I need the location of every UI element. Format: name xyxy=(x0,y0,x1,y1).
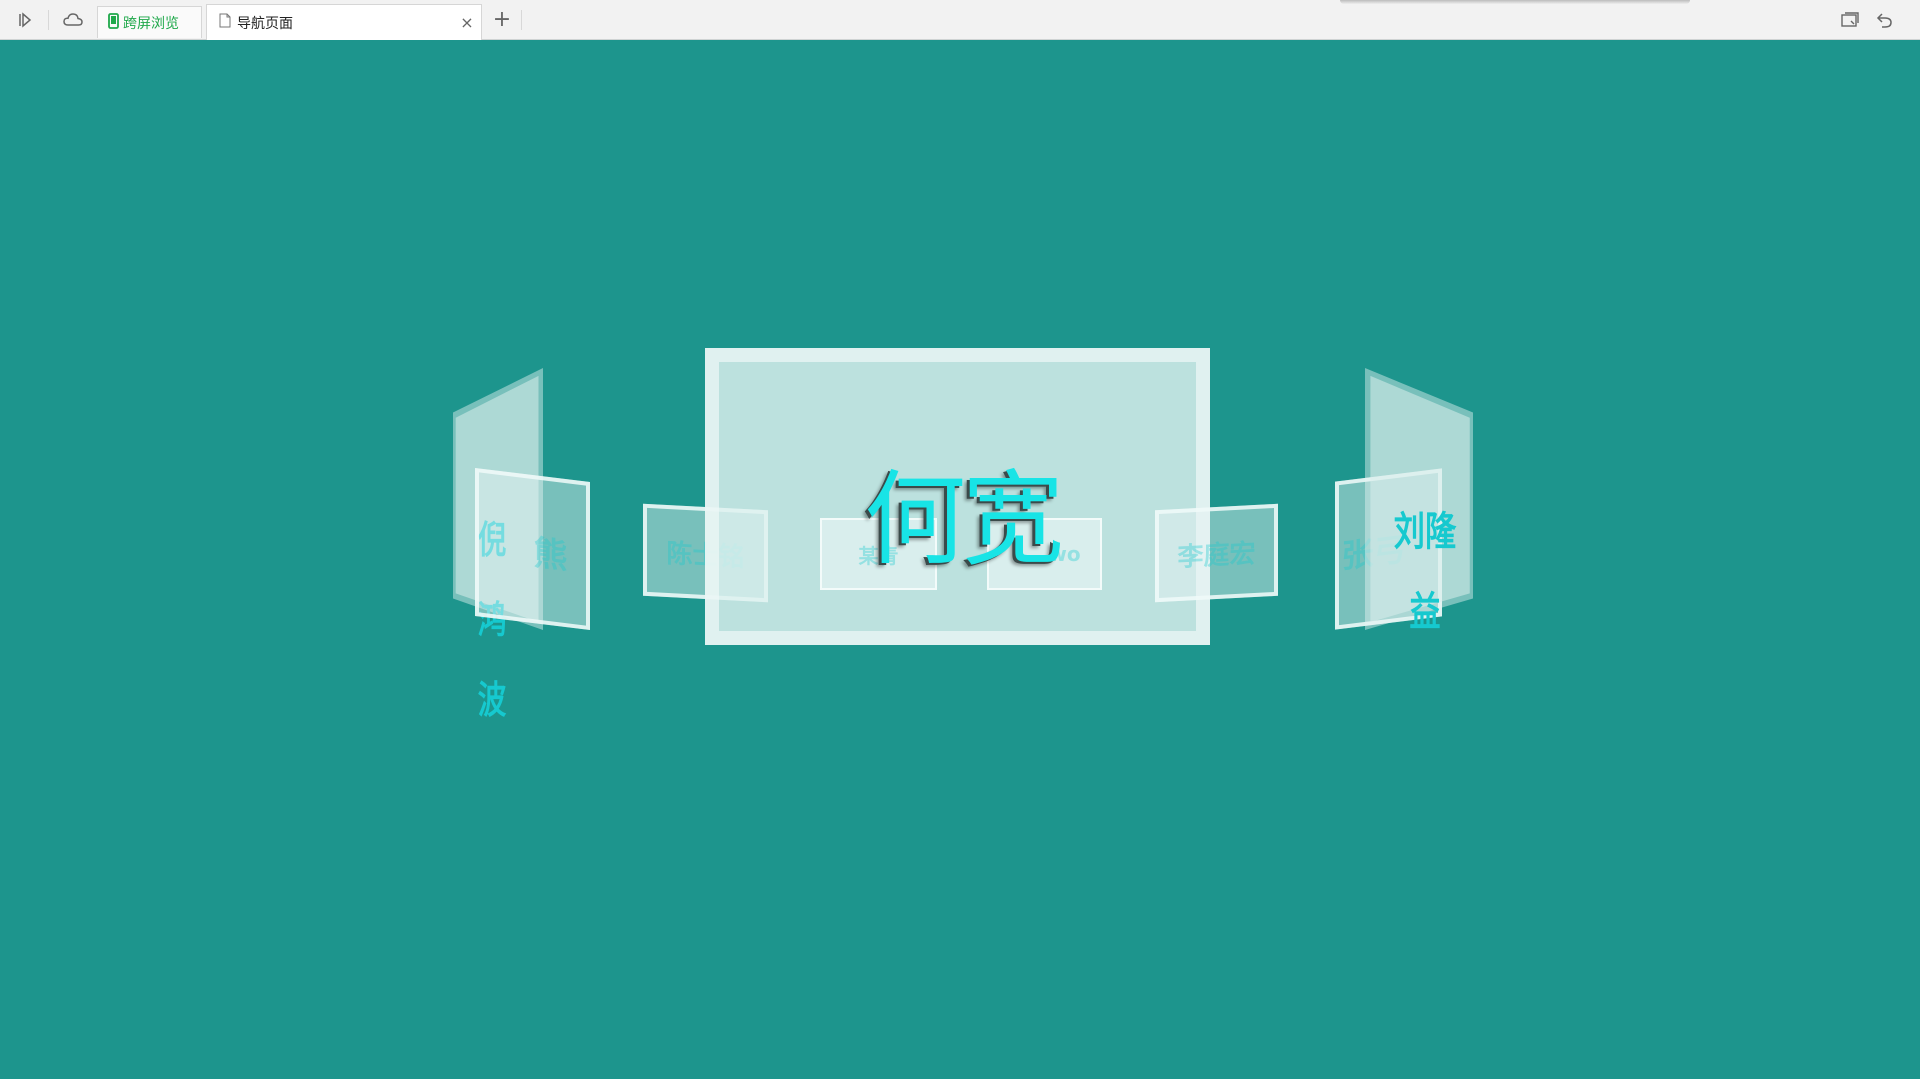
toolbar-divider xyxy=(521,10,522,30)
cross-screen-browse-tab[interactable]: 跨屏浏览 xyxy=(97,6,202,38)
tab-title: 导航页面 xyxy=(237,15,293,32)
tab-nav-page[interactable]: 导航页面 × xyxy=(206,4,482,40)
phone-icon xyxy=(108,12,119,33)
card-left-inner-name: 熊 xyxy=(533,532,568,577)
browser-tab-bar: 跨屏浏览 导航页面 × + xyxy=(0,0,1920,40)
new-tab-button[interactable]: + xyxy=(490,9,514,33)
close-tab-button[interactable]: × xyxy=(459,15,475,31)
card-left-inner[interactable]: 熊 xyxy=(475,467,590,631)
document-icon xyxy=(219,13,231,32)
screen-cast-icon[interactable] xyxy=(1838,8,1862,32)
card-right-mid-name: 李庭宏 xyxy=(1177,538,1256,573)
cloud-icon[interactable] xyxy=(61,8,85,32)
cross-screen-label: 跨屏浏览 xyxy=(123,15,179,32)
play-forward-icon[interactable] xyxy=(13,8,37,32)
dropdown-shadow xyxy=(1340,0,1690,4)
card-center-name: 何宽 xyxy=(864,461,1064,580)
toolbar-divider xyxy=(48,10,49,30)
card-right-mid[interactable]: 李庭宏 xyxy=(1155,503,1278,603)
undo-icon[interactable] xyxy=(1873,8,1897,32)
card-right-outer-name: 刘隆益 xyxy=(1393,509,1457,635)
